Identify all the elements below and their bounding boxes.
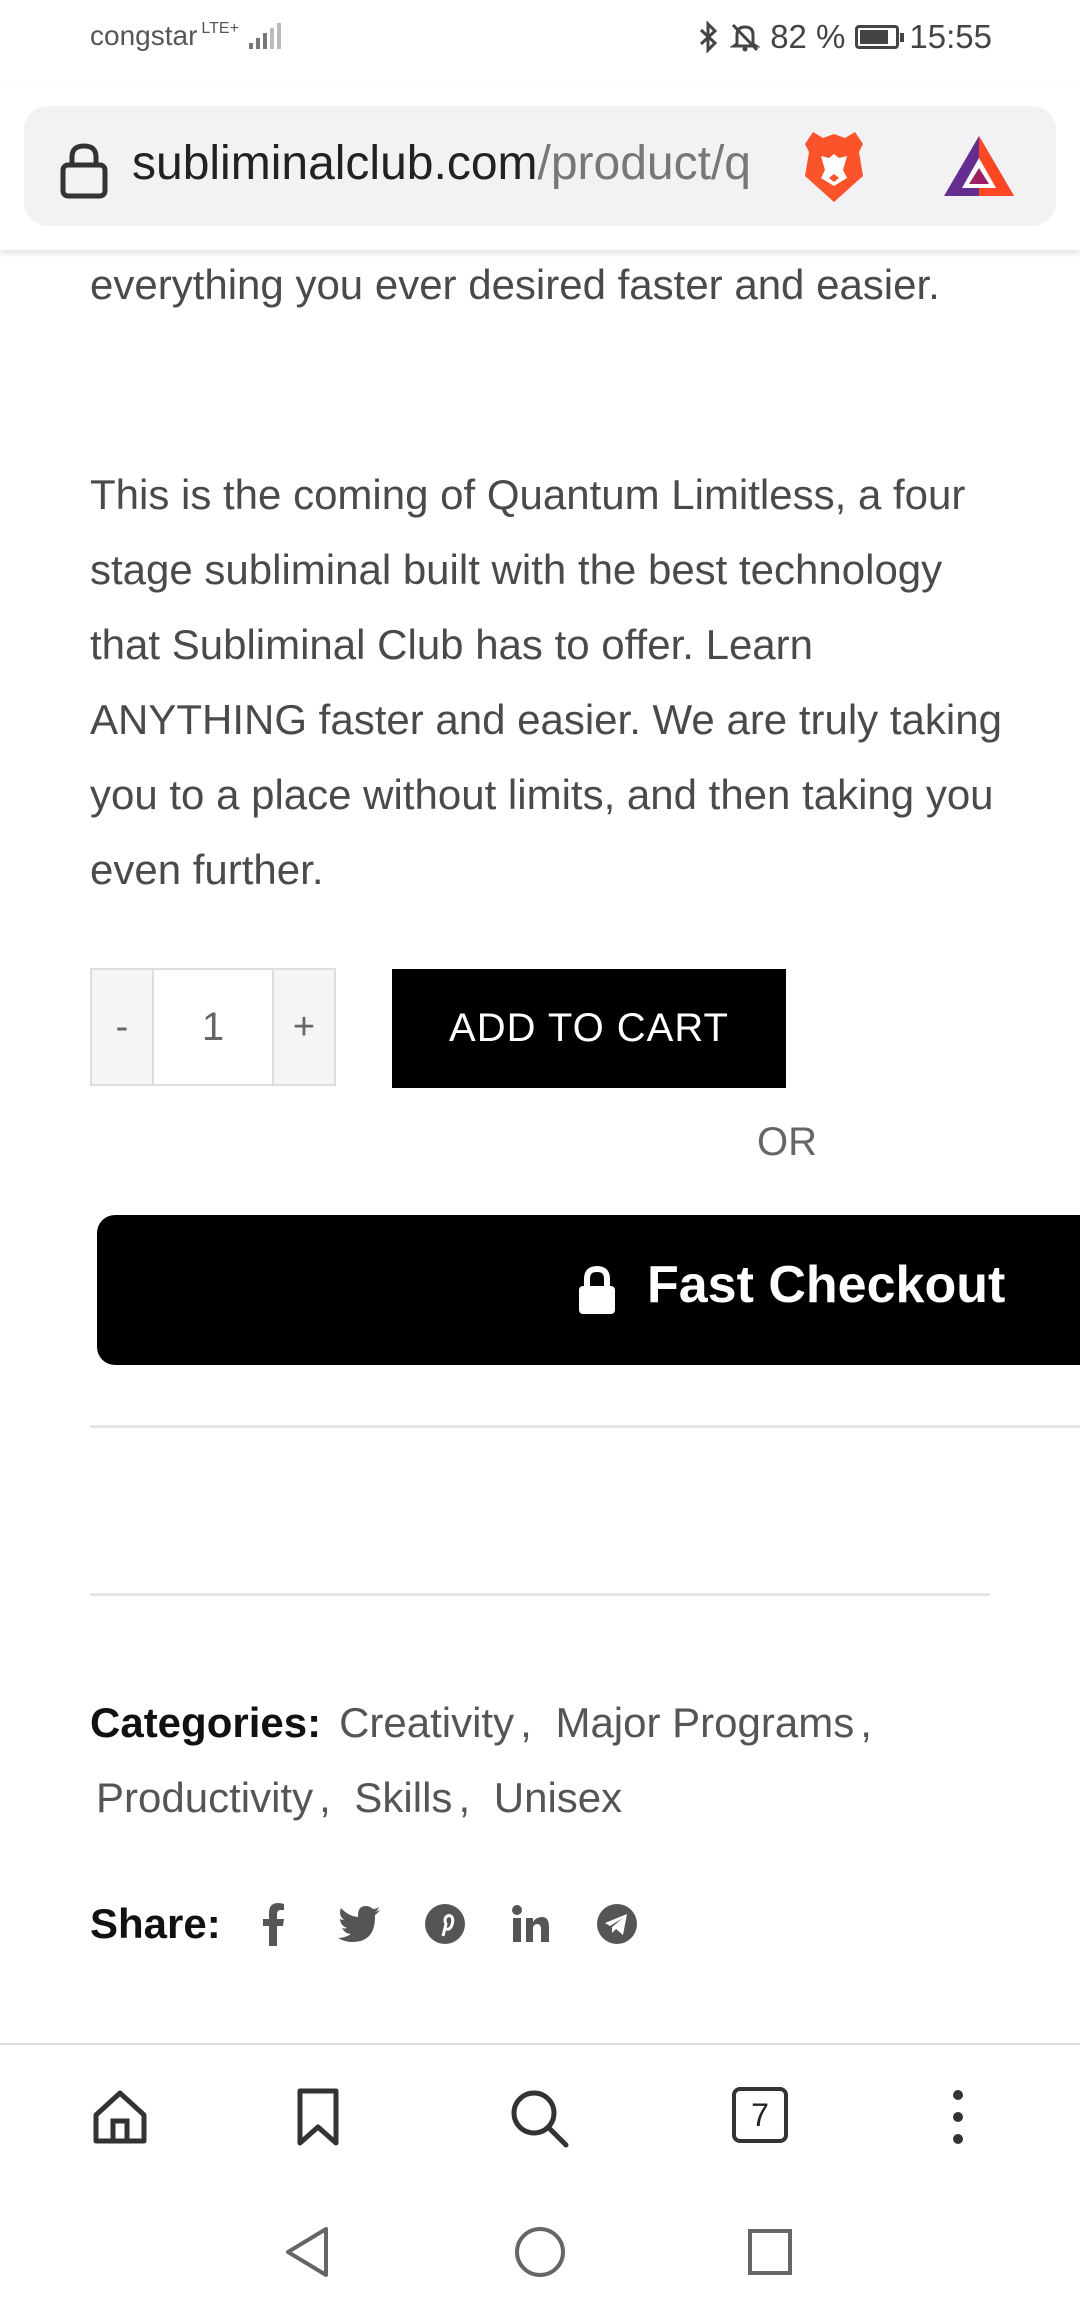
facebook-icon[interactable] — [251, 1902, 295, 1946]
bluetooth-icon — [700, 21, 718, 53]
browser-bottom-toolbar: 7 — [0, 2043, 1080, 2193]
description-paragraph-end: everything you ever desired faster and e… — [90, 261, 940, 308]
fast-checkout-button[interactable]: Fast Checkout — [97, 1215, 1080, 1365]
quantity-decrease-button[interactable]: - — [92, 970, 154, 1084]
network-type: LTE+ — [201, 20, 239, 37]
battery-icon — [855, 25, 905, 49]
search-icon[interactable] — [508, 2087, 570, 2149]
address-bar[interactable]: subliminalclub.com/product/q — [24, 106, 1056, 226]
divider — [90, 1593, 990, 1596]
back-icon[interactable] — [282, 2225, 332, 2279]
clock: 15:55 — [909, 18, 992, 55]
carrier-name: congstar — [90, 20, 198, 51]
status-bar: congstar LTE+ 82 % 15:55 — [0, 0, 1080, 84]
url-path: /product/q — [537, 137, 751, 190]
bookmark-icon[interactable] — [292, 2087, 344, 2147]
fast-checkout-label: Fast Checkout — [647, 1256, 1006, 1314]
status-icons: 82 % 15:55 — [698, 18, 992, 56]
category-link[interactable]: Major Programs — [555, 1699, 854, 1746]
categories-label: Categories: — [90, 1699, 322, 1746]
telegram-icon[interactable] — [595, 1902, 639, 1946]
pinterest-icon[interactable] — [423, 1902, 467, 1946]
share-label: Share: — [90, 1900, 221, 1947]
category-link[interactable]: Productivity — [96, 1774, 313, 1821]
tab-switcher-button[interactable]: 7 — [732, 2087, 788, 2143]
home-icon[interactable] — [90, 2087, 150, 2147]
share-row: Share: — [90, 1900, 681, 1948]
recents-icon[interactable] — [746, 2227, 794, 2277]
linkedin-icon[interactable] — [509, 1902, 553, 1946]
brave-shields-icon[interactable] — [799, 126, 869, 206]
lock-icon[interactable] — [58, 140, 110, 200]
notifications-off-icon — [730, 23, 761, 52]
home-circle-icon[interactable] — [513, 2225, 567, 2279]
signal-icon — [248, 23, 281, 49]
battery-percent: 82 % — [770, 18, 846, 55]
url-domain: subliminalclub.com — [132, 137, 538, 190]
carrier-info: congstar LTE+ — [90, 20, 281, 52]
category-link[interactable]: Skills — [354, 1774, 452, 1821]
category-link[interactable]: Creativity — [339, 1699, 514, 1746]
padlock-icon — [579, 1265, 615, 1314]
quantity-input[interactable]: 1 — [154, 970, 272, 1084]
more-menu-icon[interactable] — [946, 2087, 970, 2147]
product-categories: Categories: Creativity, Major Programs, P… — [90, 1699, 872, 1821]
divider — [90, 1425, 1080, 1428]
twitter-icon[interactable] — [337, 1902, 381, 1946]
or-divider-text: OR — [757, 1120, 817, 1164]
browser-toolbar: subliminalclub.com/product/q — [0, 84, 1080, 250]
bat-rewards-icon[interactable] — [942, 134, 1016, 198]
quantity-stepper: - 1 + — [90, 968, 336, 1086]
category-link[interactable]: Unisex — [494, 1774, 622, 1821]
url-text[interactable]: subliminalclub.com/product/q — [132, 136, 792, 191]
description-paragraph: This is the coming of Quantum Limitless,… — [90, 471, 1002, 893]
system-navigation-bar — [0, 2191, 1080, 2312]
add-to-cart-button[interactable]: ADD TO CART — [392, 969, 786, 1088]
quantity-increase-button[interactable]: + — [272, 970, 334, 1084]
